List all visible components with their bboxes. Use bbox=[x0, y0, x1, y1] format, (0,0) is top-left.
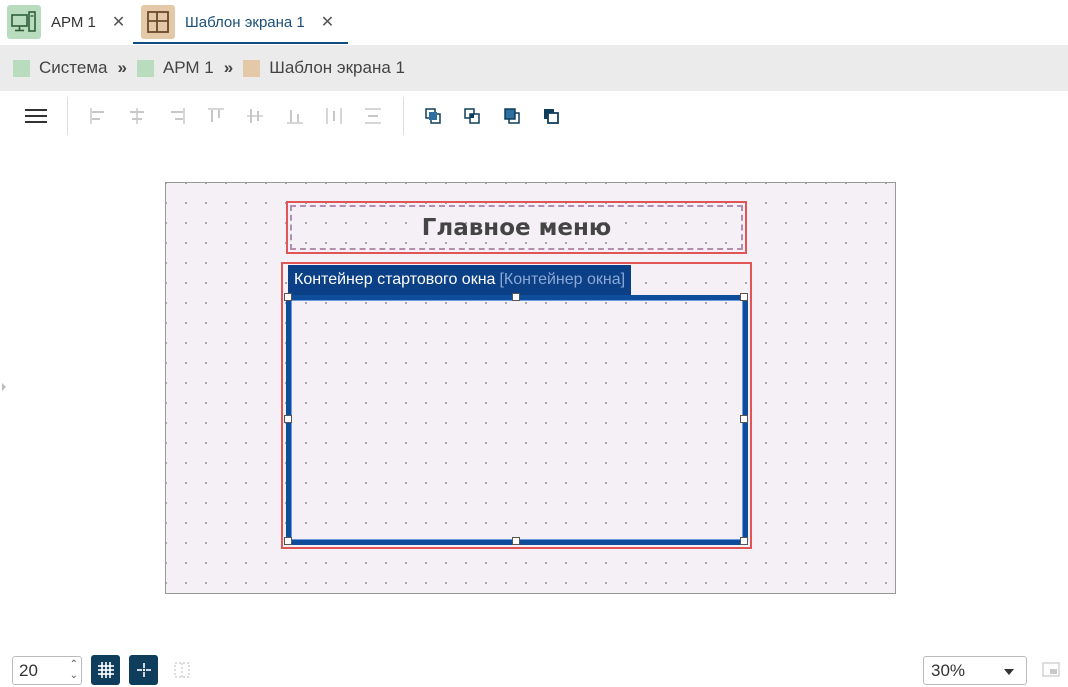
align-center-horizontal-icon[interactable] bbox=[125, 104, 149, 128]
close-icon[interactable]: ✕ bbox=[321, 12, 334, 32]
active-tab-indicator bbox=[133, 42, 348, 44]
tab-label: Шаблон экрана 1 bbox=[185, 13, 305, 31]
breadcrumb-item-screen-template[interactable]: Шаблон экрана 1 bbox=[269, 58, 405, 78]
send-backward-icon[interactable] bbox=[500, 104, 524, 128]
title-text: Главное меню bbox=[421, 214, 612, 241]
tab-label: АРМ 1 bbox=[51, 13, 96, 31]
container-type: [Контейнер окна] bbox=[499, 271, 626, 288]
toolbar-divider bbox=[67, 97, 68, 135]
align-center-vertical-icon[interactable] bbox=[243, 104, 267, 128]
toolbar-divider bbox=[403, 97, 404, 135]
side-panel-toggle-icon[interactable] bbox=[2, 383, 6, 391]
align-left-icon[interactable] bbox=[86, 104, 110, 128]
distribute-vertical-icon[interactable] bbox=[361, 104, 385, 128]
align-right-icon[interactable] bbox=[165, 104, 189, 128]
title-element-frame: Главное меню bbox=[290, 205, 743, 250]
snap-toggle-button[interactable] bbox=[129, 655, 158, 685]
chevron-down-icon bbox=[1004, 669, 1014, 675]
grid-icon bbox=[97, 662, 114, 678]
tab-apm1[interactable]: АРМ 1 ✕ bbox=[7, 0, 125, 44]
container-label: Контейнер стартового окна [Контейнер окн… bbox=[288, 265, 632, 295]
close-icon[interactable]: ✕ bbox=[112, 12, 125, 32]
resize-handle-left[interactable] bbox=[284, 415, 292, 423]
breadcrumb-item-system[interactable]: Система bbox=[39, 58, 107, 78]
grid-size-stepper[interactable]: 20 ⌃ ⌄ bbox=[12, 656, 82, 685]
zoom-select[interactable]: 30% bbox=[923, 656, 1027, 685]
resize-handle-top-left[interactable] bbox=[284, 293, 292, 301]
stepper-arrows-icon[interactable]: ⌃ ⌄ bbox=[70, 659, 78, 681]
resize-handle-top-right[interactable] bbox=[740, 293, 748, 301]
breadcrumb-item-apm1[interactable]: АРМ 1 bbox=[163, 58, 214, 78]
snap-to-grid-icon bbox=[136, 663, 151, 677]
align-bottom-icon[interactable] bbox=[283, 104, 307, 128]
workstation-icon bbox=[136, 59, 154, 77]
resize-handle-right[interactable] bbox=[740, 415, 748, 423]
workstation-icon bbox=[7, 5, 41, 39]
layout-grid-icon bbox=[141, 5, 175, 39]
tab-bar: АРМ 1 ✕ Шаблон экрана 1 ✕ bbox=[0, 0, 1068, 44]
breadcrumb-separator: » bbox=[223, 58, 234, 77]
layout-grid-icon bbox=[243, 59, 261, 77]
grid-size-value: 20 bbox=[19, 660, 38, 680]
breadcrumb-separator: » bbox=[117, 58, 127, 77]
send-to-back-icon[interactable] bbox=[539, 104, 563, 128]
resize-handle-bottom[interactable] bbox=[512, 537, 520, 545]
resize-handle-top[interactable] bbox=[512, 293, 520, 301]
breadcrumb: Система » АРМ 1 » Шаблон экрана 1 bbox=[0, 45, 1068, 91]
grid-toggle-button[interactable] bbox=[91, 655, 120, 685]
distribute-horizontal-icon[interactable] bbox=[322, 104, 346, 128]
window-container[interactable] bbox=[286, 295, 748, 545]
resize-handle-bottom-right[interactable] bbox=[740, 537, 748, 545]
hamburger-icon[interactable] bbox=[24, 104, 48, 128]
guides-icon[interactable] bbox=[172, 660, 192, 680]
folder-icon bbox=[13, 59, 30, 77]
zoom-value: 30% bbox=[931, 660, 966, 680]
title-element[interactable]: Главное меню bbox=[286, 201, 747, 254]
tab-screen-template[interactable]: Шаблон экрана 1 ✕ bbox=[141, 0, 334, 44]
minimap-icon[interactable] bbox=[1042, 662, 1060, 677]
bring-forward-icon[interactable] bbox=[460, 104, 484, 128]
container-name: Контейнер стартового окна bbox=[294, 271, 496, 288]
align-top-icon[interactable] bbox=[204, 104, 228, 128]
bring-to-front-icon[interactable] bbox=[421, 104, 445, 128]
resize-handle-bottom-left[interactable] bbox=[284, 537, 292, 545]
